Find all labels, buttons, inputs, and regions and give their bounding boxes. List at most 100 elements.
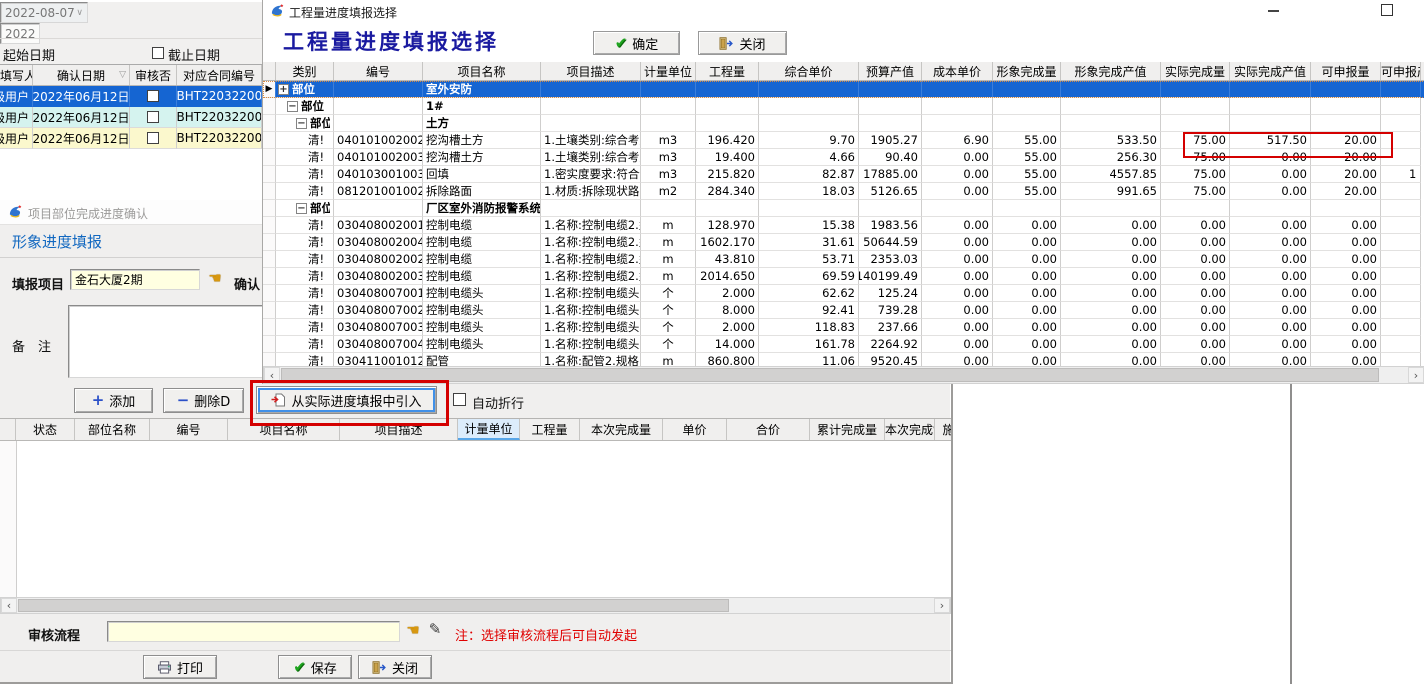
cell-price [759,200,859,217]
cell-unit: m [641,217,696,234]
scroll-right-icon[interactable]: › [1408,367,1424,383]
column-header[interactable]: 本次完成% [885,419,935,440]
import-from-actual-button[interactable]: 从实际进度填报中引入 [256,386,437,414]
filter-icon[interactable]: ▽ [119,70,126,80]
column-header[interactable]: 工程量 [520,419,580,440]
column-header[interactable]: 形象完成产值 [1061,62,1161,80]
cell-name: 室外安防 [423,81,541,98]
grid-row[interactable]: 清!030408002001控制电缆1.名称:控制电缆2.型号m128.9701… [263,217,1424,234]
flow-select-hand-icon[interactable]: ☚ [404,622,422,638]
column-header[interactable]: 成本单价 [922,62,993,80]
select-hand-icon[interactable]: ☚ [206,270,224,286]
column-header[interactable]: 形象完成量 [993,62,1061,80]
column-header[interactable]: 综合单价 [759,62,859,80]
bottom-hscrollbar[interactable]: ‹ › [0,597,951,614]
grid-row[interactable]: 清!040101002003挖沟槽土方1.土壤类别:综合考虑m319.4004.… [263,149,1424,166]
collapse-icon[interactable]: − [296,118,307,129]
column-header[interactable]: 填写人 [0,65,33,85]
scrollbar-thumb[interactable] [281,368,1379,382]
column-header[interactable]: 本次完成量 [580,419,663,440]
column-header[interactable]: 可申报量 [1311,62,1381,80]
column-header[interactable]: 审核否 [130,65,177,85]
expand-icon[interactable]: + [278,84,289,95]
column-header[interactable]: 项目名称 [423,62,541,80]
column-header[interactable]: 合价 [727,419,810,440]
scroll-right-icon[interactable]: › [934,598,950,613]
column-header[interactable]: 预算产值 [859,62,922,80]
cell-iq [993,200,1061,217]
column-header[interactable]: 状态 [16,419,75,440]
flow-input[interactable] [107,621,400,642]
save-button[interactable]: ✔ 保存 [278,655,352,679]
grid-row[interactable]: −部位1# [263,98,1424,115]
cell-cost: 0.00 [922,234,993,251]
column-header[interactable]: 项目描述 [541,62,641,80]
scroll-left-icon[interactable]: ‹ [1,598,17,613]
column-header[interactable]: 工程量 [696,62,759,80]
type-label: 部位 [310,115,330,131]
grid-row[interactable]: 清!030411001012配管1.名称:配管2.规格:m860.80011.0… [263,353,1424,366]
cell-name: 挖沟槽土方 [423,132,541,149]
ok-button[interactable]: ✔ 确定 [593,31,680,55]
column-header[interactable]: 确认日期▽ [33,65,130,85]
cell-iv: 0.00 [1061,251,1161,268]
dialog-hscrollbar[interactable]: ‹ › [263,366,1424,384]
list-item[interactable]: 超级用户2022年06月12日CBHT220322002 [0,128,263,149]
column-header[interactable]: 计量单位 [641,62,696,80]
column-header[interactable]: 对应合同编号 [177,65,262,85]
delete-button[interactable]: − 删除D [163,388,244,413]
cell-audit [130,107,177,128]
add-button[interactable]: + 添加 [74,388,153,413]
grid-row[interactable]: 清!081201001002拆除路面1.材质:拆除现状路面m2284.34018… [263,183,1424,200]
column-header[interactable]: 实际完成量 [1161,62,1230,80]
word-wrap-checkbox[interactable] [453,393,466,406]
grid-row[interactable]: 清!030408007004控制电缆头1.名称:控制电缆头2个14.000161… [263,336,1424,353]
grid-row[interactable]: 清!030408007001控制电缆头1.名称:控制电缆头2个2.00062.6… [263,285,1424,302]
column-header[interactable]: 累计完成量 [810,419,885,440]
audit-checkbox[interactable] [147,132,159,144]
scroll-left-icon[interactable]: ‹ [264,367,280,383]
grid-row[interactable]: 清!040101002002挖沟槽土方1.土壤类别:综合考虑m3196.4209… [263,132,1424,149]
audit-checkbox[interactable] [147,90,159,102]
cell-cost: 0.00 [922,285,993,302]
grid-row[interactable]: −部位厂区室外消防报警系统 [263,200,1424,217]
dialog-close-button[interactable]: 关闭 [698,31,787,55]
end-date-checkbox[interactable] [152,47,164,59]
start-date-combo[interactable]: 2022-08-07 ∨ [0,2,88,23]
collapse-icon[interactable]: − [287,101,298,112]
list-item[interactable]: 超级用户2022年06月12日CBHT220322002 [0,86,263,107]
grid-row[interactable]: 清!030408007002控制电缆头1.名称:控制电缆头2个8.00092.4… [263,302,1424,319]
grid-row[interactable]: 清!030408002003控制电缆1.名称:控制电缆2.型号m2014.650… [263,268,1424,285]
grid-row[interactable]: 清!030408007003控制电缆头1.名称:控制电缆头2个2.000118.… [263,319,1424,336]
column-header[interactable]: 部位名称 [75,419,150,440]
scrollbar-thumb[interactable] [18,599,729,612]
collapse-icon[interactable]: − [296,203,307,214]
grid-row[interactable]: 清!030408002002控制电缆1.名称:控制电缆2.型号m43.81053… [263,251,1424,268]
flow-edit-pencil-icon[interactable]: ✎ [426,621,444,637]
audit-checkbox[interactable] [147,111,159,123]
dialog-titlebar: 工程量进度填报选择 [263,0,1424,22]
project-input[interactable]: 金石大厦2期 [70,269,200,290]
column-header[interactable]: 类别 [276,62,334,80]
list-item[interactable]: 超级用户2022年06月12日CBHT220322002 [0,107,263,128]
minimize-icon[interactable] [1265,6,1281,16]
column-header[interactable]: 实际完成产值 [1230,62,1311,80]
column-header[interactable]: 单价 [663,419,727,440]
column-header[interactable]: 计量单位 [458,419,520,440]
column-header[interactable]: 项目名称 [228,419,340,440]
cell-desc: 1.名称:控制电缆2.型号 [541,217,641,234]
maximize-icon[interactable] [1381,4,1393,16]
grid-row[interactable]: 清!030408002004控制电缆1.名称:控制电缆2.型号m1602.170… [263,234,1424,251]
column-header[interactable]: 编号 [150,419,228,440]
column-header[interactable]: 编号 [334,62,423,80]
grid-row[interactable]: −部位土方 [263,115,1424,132]
close-button[interactable]: 关闭 [358,655,432,679]
grid-row[interactable]: ▶+部位室外安防 [263,81,1424,98]
print-button[interactable]: 打印 [143,655,217,679]
cell-aq: 0.00 [1161,302,1230,319]
column-header[interactable]: 可申报产值 [1381,62,1421,80]
column-header[interactable]: 施工 [935,419,951,440]
grid-row[interactable]: 清!040103001003回填1.密实度要求:符合设计m3215.82082.… [263,166,1424,183]
column-header[interactable]: 项目描述 [340,419,458,440]
end-date-field[interactable]: 2022-09 [0,23,40,44]
